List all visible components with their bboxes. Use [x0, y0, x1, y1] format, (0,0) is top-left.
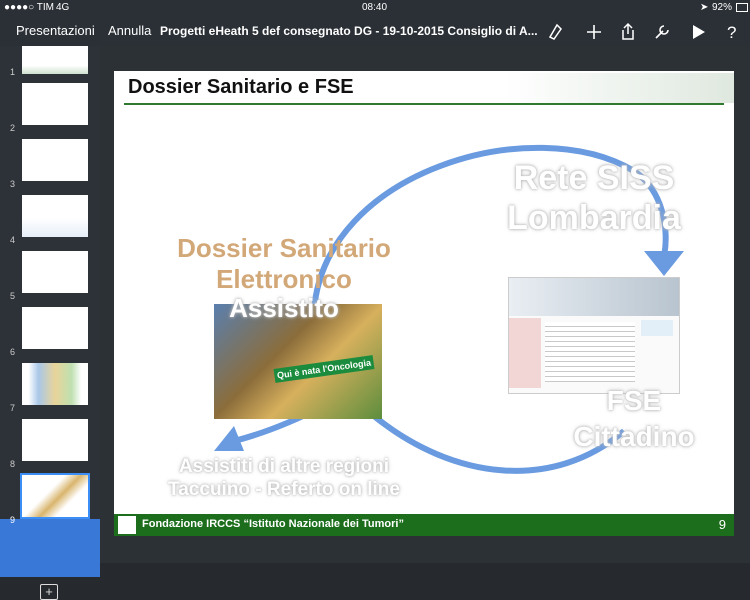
dossier-line-1: Dossier Sanitario	[177, 233, 391, 263]
fse-line-1: FSE	[606, 385, 662, 416]
dossier-line-3: Assistito	[229, 293, 339, 323]
rete-siss-line-2: Lombardia	[507, 199, 681, 237]
slide-thumbnail-5[interactable]	[22, 251, 88, 293]
clock: 08:40	[362, 2, 388, 13]
slide-number: 9	[10, 515, 16, 525]
carrier: ●●●●○ TIM	[4, 2, 55, 13]
slide-thumbnail-1[interactable]	[22, 46, 88, 74]
add-slide-button[interactable]: +	[40, 584, 58, 600]
assistiti-line-1: Assistiti di altre regioni	[178, 456, 390, 477]
add-icon[interactable]	[584, 22, 604, 42]
slide-footer: Fondazione IRCCS “Istituto Nazionale dei…	[114, 514, 734, 536]
slide-page-number: 9	[718, 517, 726, 532]
share-icon[interactable]	[618, 22, 638, 42]
wrench-icon[interactable]	[652, 22, 672, 42]
status-bar: ●●●●○ TIM 4G 08:40 ➤ 92%	[0, 0, 750, 16]
slide-number: 3	[10, 179, 16, 189]
svg-text:?: ?	[727, 23, 736, 42]
slide-thumbnail-7[interactable]	[22, 363, 88, 405]
slide-number: 2	[10, 123, 16, 133]
app-toolbar: Presentazioni Annulla Progetti eHeath 5 …	[0, 16, 750, 46]
footer-text: Fondazione IRCCS “Istituto Nazionale dei…	[142, 518, 404, 530]
slide-thumbnail-4[interactable]	[22, 195, 88, 237]
slide-number: 7	[10, 403, 16, 413]
fse-website-screenshot	[508, 277, 680, 394]
slide-canvas: Dossier Sanitario e FSE Qui è nata l'Onc…	[100, 46, 750, 563]
battery-percent: 92%	[712, 2, 733, 13]
slide[interactable]: Dossier Sanitario e FSE Qui è nata l'Onc…	[114, 71, 734, 536]
battery-icon	[736, 3, 748, 12]
location-icon: ➤	[700, 2, 709, 13]
slide-number: 1	[10, 67, 16, 77]
assistiti-line-2: Taccuino - Referto on line	[168, 479, 400, 500]
back-to-presentations-button[interactable]: Presentazioni	[16, 23, 95, 38]
slide-navigator: 1 2 3 4 5 6 7 8 9 +	[0, 46, 100, 600]
foundation-logo	[118, 516, 136, 534]
network-type: 4G	[56, 2, 70, 13]
slide-thumbnail-2[interactable]	[22, 83, 88, 125]
slide-number: 8	[10, 459, 16, 469]
help-icon[interactable]: ?	[722, 22, 742, 42]
arrow-head-icon	[644, 251, 684, 276]
slide-thumbnail-6[interactable]	[22, 307, 88, 349]
slide-thumbnail-8[interactable]	[22, 419, 88, 461]
slide-number: 4	[10, 235, 16, 245]
slide-thumbnail-3[interactable]	[22, 139, 88, 181]
format-brush-icon[interactable]	[547, 22, 567, 42]
document-title: Progetti eHeath 5 def consegnato DG - 19…	[160, 24, 538, 38]
dossier-line-2: Elettronico	[216, 264, 352, 294]
slide-thumbnail-9[interactable]	[20, 473, 90, 519]
banner-sign: Qui è nata l'Oncologia	[273, 355, 375, 383]
selected-slide-highlight	[0, 519, 100, 577]
fse-line-2: Cittadino	[573, 421, 695, 452]
rete-siss-line-1: Rete SISS	[513, 159, 675, 197]
siss-logo	[641, 320, 673, 336]
undo-button[interactable]: Annulla	[108, 23, 151, 38]
play-icon[interactable]	[688, 22, 708, 42]
slide-number: 6	[10, 347, 16, 357]
slide-number: 5	[10, 291, 16, 301]
